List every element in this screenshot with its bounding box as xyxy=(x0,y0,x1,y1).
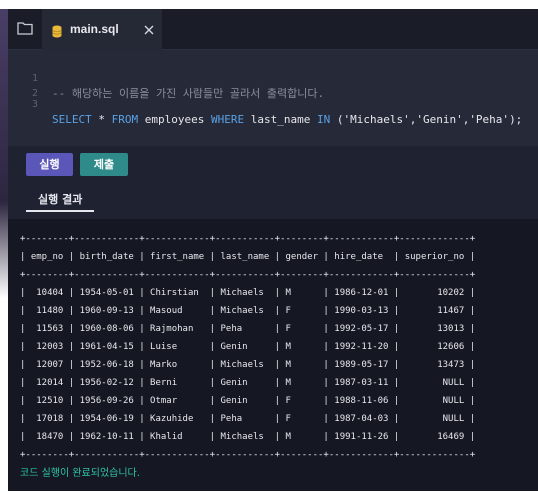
background-edge xyxy=(0,9,8,491)
table-row: | 17018 | 1954-06-19 | Kazuhide | Peha |… xyxy=(20,414,476,424)
sql-keyword: SELECT xyxy=(52,113,92,126)
sql-keyword: WHERE xyxy=(210,113,245,126)
sql-star: * xyxy=(98,113,105,126)
folder-icon[interactable] xyxy=(17,20,33,35)
sql-comment: -- 해당하는 이름을 가진 사람들만 골라서 출력합니다. xyxy=(52,87,325,100)
tab-bar: main.sql xyxy=(8,9,538,51)
sql-statement: SELECT * FROM employees WHERE last_name … xyxy=(52,112,522,127)
action-toolbar: 실행 제출 xyxy=(8,147,538,187)
table-row: | 11480 | 1960-09-13 | Masoud | Michaels… xyxy=(20,306,476,316)
table-border: +--------+------------+------------+----… xyxy=(20,270,476,280)
tab-run-result[interactable]: 실행 결과 xyxy=(38,191,82,207)
sql-string: 'Genin' xyxy=(416,113,463,126)
sql-string: 'Michaels' xyxy=(343,113,410,126)
result-table: +--------+------------+------------+----… xyxy=(20,230,475,464)
sql-paren: ); xyxy=(509,113,523,126)
sql-table: employees xyxy=(144,113,205,126)
sql-keyword: FROM xyxy=(111,113,139,126)
submit-button[interactable]: 제출 xyxy=(80,153,128,176)
tab-filename: main.sql xyxy=(70,22,119,36)
close-icon[interactable] xyxy=(142,22,156,36)
active-tab-indicator xyxy=(26,210,94,212)
code-line: 1 -- 해당하는 이름을 가진 사람들만 골라서 출력합니다. xyxy=(8,56,324,100)
code-editor[interactable]: 1 -- 해당하는 이름을 가진 사람들만 골라서 출력합니다. 2 3 SEL… xyxy=(8,50,538,146)
table-header-row: | emp_no | birth_date | first_name | las… xyxy=(20,252,476,262)
table-row: | 12007 | 1952-06-18 | Marko | Michaels … xyxy=(20,360,476,370)
result-tab-bar: 실행 결과 xyxy=(8,187,538,213)
database-icon xyxy=(52,23,62,38)
result-panel: +--------+------------+------------+----… xyxy=(8,219,538,491)
table-border: +--------+------------+------------+----… xyxy=(20,234,476,244)
run-button[interactable]: 실행 xyxy=(26,153,73,176)
sql-keyword: IN xyxy=(316,113,331,126)
line-number: 3 xyxy=(31,99,38,110)
sql-editor-window: main.sql 1 -- 해당하는 이름을 가진 사람들만 골라서 출력합니다… xyxy=(8,9,538,491)
table-row: | 12003 | 1961-04-15 | Luise | Genin | M… xyxy=(20,342,476,352)
table-row: | 18470 | 1962-10-11 | Khalid | Michaels… xyxy=(20,432,476,442)
table-row: | 11563 | 1960-08-06 | Rajmohan | Peha |… xyxy=(20,324,476,334)
table-row: | 10404 | 1954-05-01 | Chirstian | Micha… xyxy=(20,288,476,298)
tab-main-sql[interactable]: main.sql xyxy=(42,9,162,51)
sql-column: last_name xyxy=(250,113,311,126)
code-line: 3 SELECT * FROM employees WHERE last_nam… xyxy=(8,82,522,126)
table-row: | 12510 | 1956-09-26 | Otmar | Genin | F… xyxy=(20,396,476,406)
table-border: +--------+------------+------------+----… xyxy=(20,450,476,460)
table-row: | 12014 | 1956-02-12 | Berni | Genin | M… xyxy=(20,378,476,388)
status-message: 코드 실행이 완료되었습니다. xyxy=(20,468,140,479)
sql-string: 'Peha' xyxy=(469,113,510,126)
